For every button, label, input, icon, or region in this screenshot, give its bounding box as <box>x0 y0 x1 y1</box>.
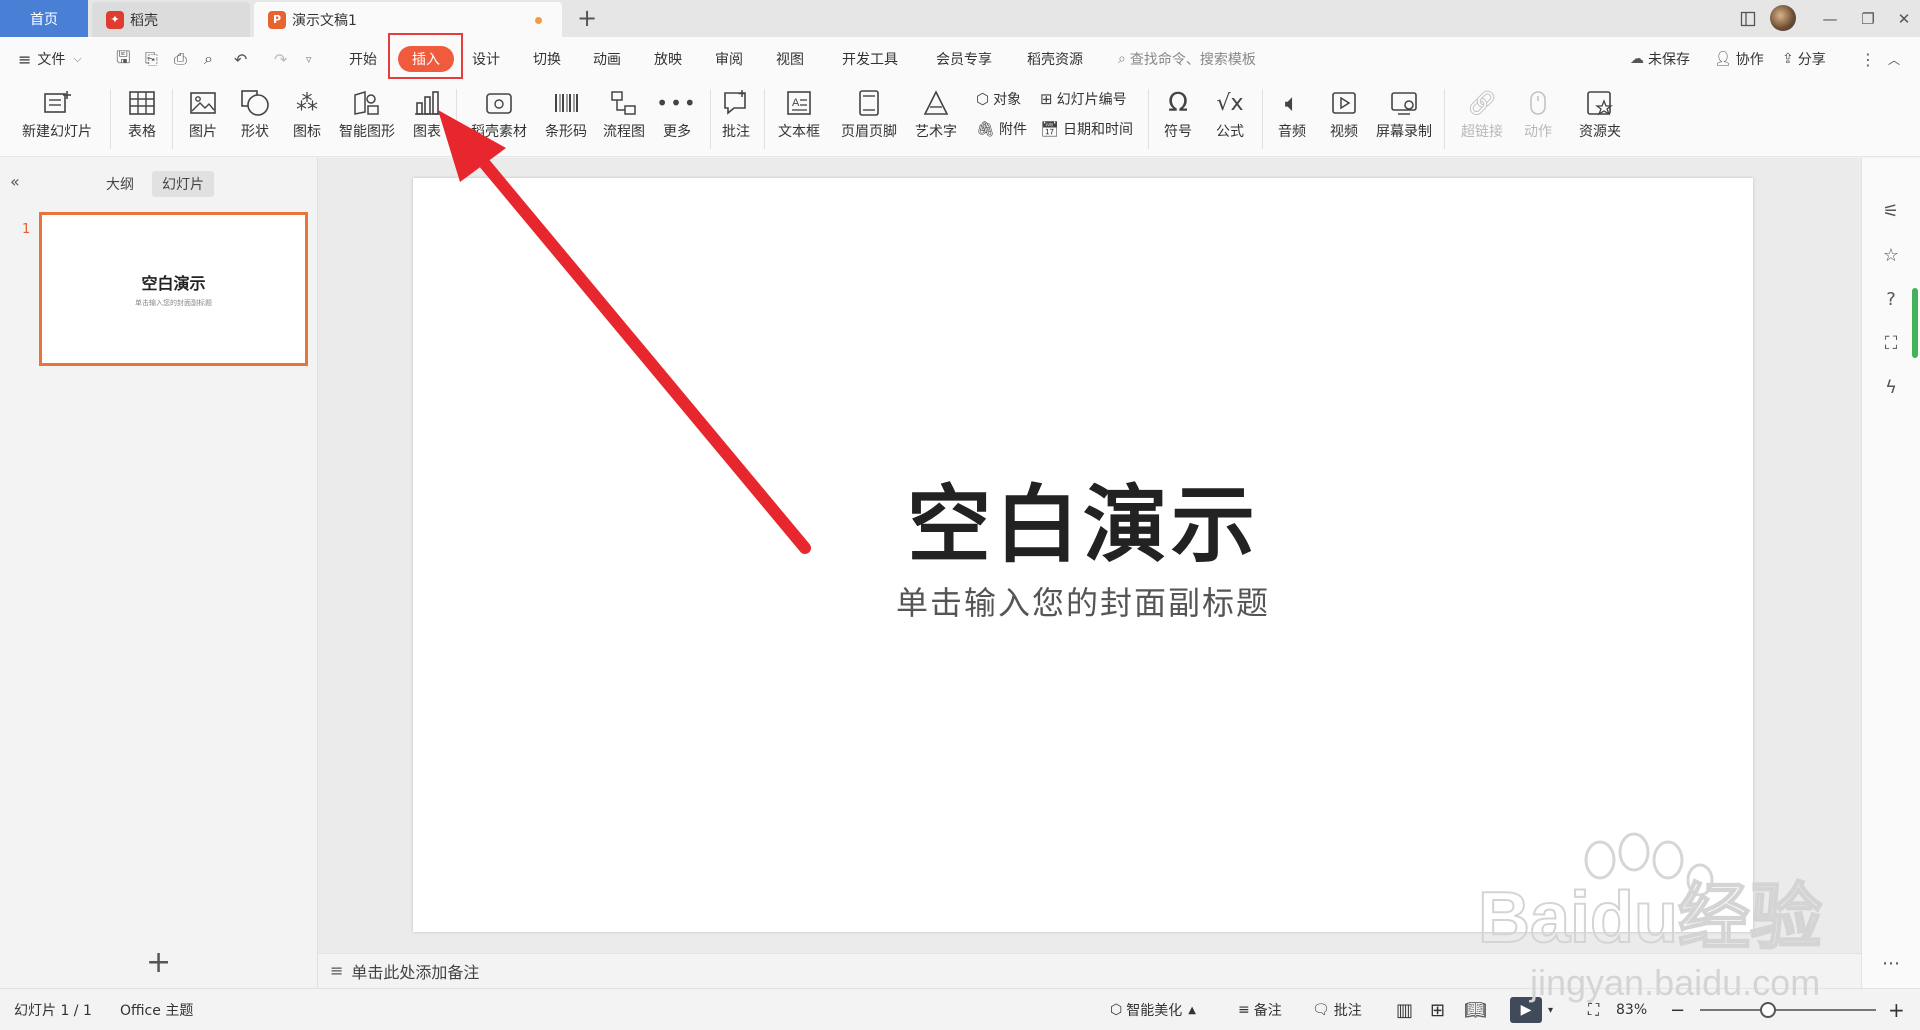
watermark-url: jingyan.baidu.com <box>1529 962 1820 1003</box>
watermark-brand: Baidu经验 <box>1478 878 1822 958</box>
baidu-watermark: Baidu经验 jingyan.baidu.com <box>1477 832 1823 1003</box>
